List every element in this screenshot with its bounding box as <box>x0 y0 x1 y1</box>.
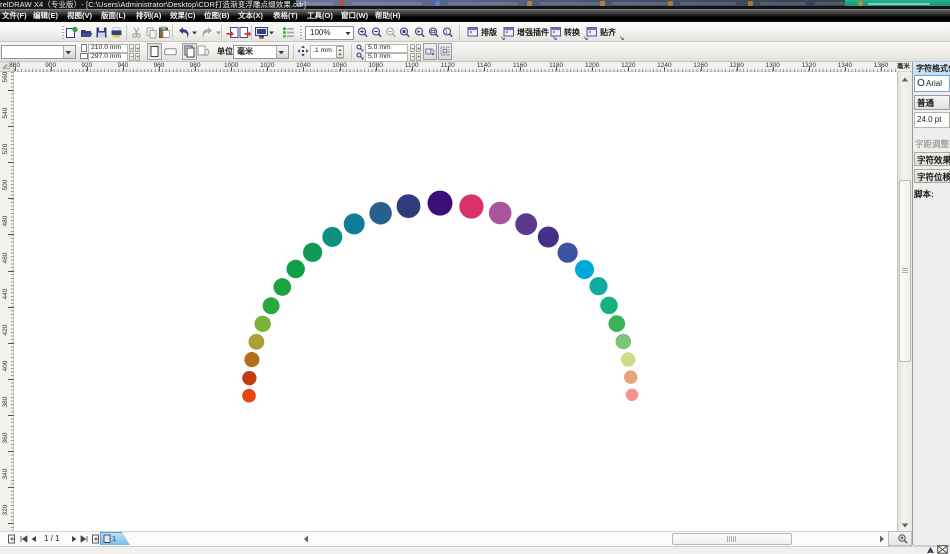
svg-text:1: 1 <box>445 30 448 36</box>
